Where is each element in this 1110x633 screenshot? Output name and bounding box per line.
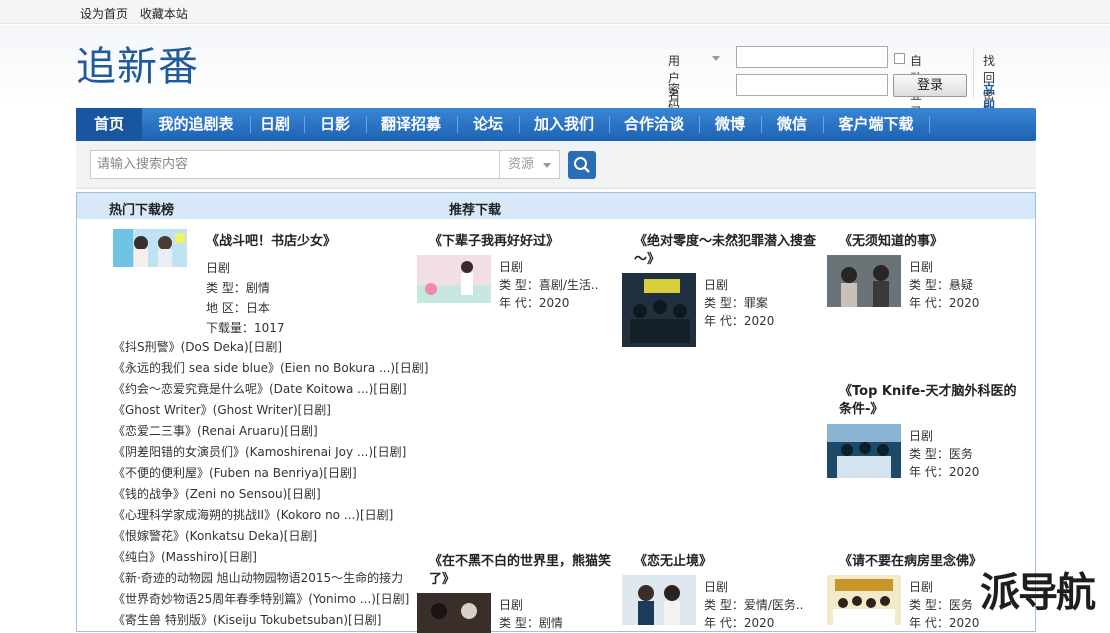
recommend-year: 年 代：2020 [499,296,570,310]
hot-top-title[interactable]: 《战斗吧！书店少女》 [206,230,336,249]
poster-image[interactable] [417,255,491,303]
search-icon [574,157,590,173]
auto-login-checkbox[interactable] [894,53,905,64]
list-item[interactable]: 《永远的我们 sea side blue》(Eien no Bokura ...… [113,359,428,379]
nav-separator [929,116,930,133]
nav-item-home[interactable]: 首页 [76,108,142,141]
list-item[interactable]: 《纯白》(Masshiro)[日剧] [113,548,257,568]
list-item[interactable]: 《寄生兽 特别版》(Kiseiju Tokubetsuban)[日剧] [113,611,381,631]
poster-image[interactable] [827,424,901,478]
search-type-select[interactable]: 资源 [499,150,560,179]
content-panel: 热门下载榜 推荐下载 《战斗吧！书店少女》 日剧 类 型：剧情 地 区：日本 下… [76,192,1036,633]
recommend-year: 年 代：2020 [909,296,980,310]
recommend-item[interactable]: 《在不黑不白的世界里，熊猫笑了》 日剧 类 型：剧情 [417,553,617,633]
recommend-category: 日剧 [704,580,729,594]
list-item[interactable]: 《恨嫁警花》(Konkatsu Deka)[日剧] [113,527,317,547]
poster-image[interactable] [827,575,901,625]
list-item[interactable]: 《约会～恋爱究竟是什么呢》(Date Koitowa ...)[日剧] [113,380,407,400]
main-nav: 首页 我的追剧表 日剧 日影 翻译招募 论坛 加入我们 合作洽谈 微博 微信 客… [76,108,1036,141]
nav-item-join[interactable]: 加入我们 [519,108,609,141]
recommend-category: 日剧 [909,429,934,443]
chevron-down-icon [543,163,551,168]
hot-top-downloads: 下载量：1017 [206,321,285,335]
poster-image[interactable] [622,575,696,625]
bookmark-link[interactable]: 收藏本站 [140,7,188,21]
login-button[interactable]: 登录 [893,74,967,97]
poster-image[interactable] [417,593,491,633]
search-bar: 请输入搜索内容 资源 [76,141,1036,189]
recommend-category: 日剧 [499,598,524,612]
recommend-type: 类 型：罪案 [704,296,768,310]
list-item[interactable]: 《Ghost Writer》(Ghost Writer)[日剧] [113,401,331,421]
top-bar: 设为首页 收藏本站 [0,0,1110,24]
list-item[interactable]: 《阴差阳错的女演员们》(Kamoshirenai Joy ...)[日剧] [113,443,406,463]
nav-item-cooperation[interactable]: 合作洽谈 [609,108,699,141]
poster-image[interactable] [622,273,696,347]
poster-image[interactable] [113,229,187,267]
recommend-year: 年 代：2020 [704,314,775,328]
recommend-item[interactable]: 《下辈子我再好好过》 日剧 类 型：喜剧/生活.. 年 代：2020 [417,233,617,333]
recommend-title[interactable]: 《绝对零度～未然犯罪潜入搜查～》 [634,233,824,269]
recommend-item[interactable]: 《Top Knife-天才脑外科医的条件-》 日剧 类 型：医务 年 代：202… [827,383,1027,483]
list-item[interactable]: 《世界奇妙物语25周年春季特别篇》(Yonimo ...)[日剧] [113,590,409,610]
recommend-year: 年 代：2020 [909,465,980,479]
hot-downloads-title: 热门下载榜 [109,203,175,218]
password-input[interactable] [736,74,888,96]
nav-item-forum[interactable]: 论坛 [457,108,519,141]
recommend-type: 类 型：悬疑 [909,278,973,292]
recommend-title[interactable]: 《恋无止境》 [634,553,824,571]
recommend-item[interactable]: 《无须知道的事》 日剧 类 型：悬疑 年 代：2020 [827,233,1027,333]
recommend-title[interactable]: 《在不黑不白的世界里，熊猫笑了》 [429,553,619,589]
recommend-title[interactable]: 《无须知道的事》 [839,233,1029,251]
site-logo[interactable]: 追新番 [76,34,199,92]
nav-item-weibo[interactable]: 微博 [699,108,761,141]
recommend-item[interactable]: 《绝对零度～未然犯罪潜入搜查～》 日剧 类 型：罪案 年 代：2020 [622,233,822,353]
list-item[interactable]: 《心理科学家成海朔的挑战II》(Kokoro no ...)[日剧] [113,506,393,526]
panel-header: 热门下载榜 推荐下载 [77,193,1035,219]
search-button[interactable] [568,151,596,179]
list-item[interactable]: 《抖S刑警》(DoS Deka)[日剧] [113,338,282,358]
divider [973,48,974,98]
hot-top-type: 类 型：剧情 [206,281,270,295]
nav-item-recruit[interactable]: 翻译招募 [366,108,456,141]
recommend-title[interactable]: 《下辈子我再好好过》 [429,233,619,251]
recommend-category: 日剧 [909,260,934,274]
set-home-link[interactable]: 设为首页 [80,7,128,21]
recommend-category: 日剧 [499,260,524,274]
recommend-type: 类 型：爱情/医务.. [704,598,804,612]
search-type-value: 资源 [508,157,535,172]
nav-item-wechat[interactable]: 微信 [761,108,823,141]
recommend-type: 类 型：喜剧/生活.. [499,278,599,292]
recommend-type: 类 型：医务 [909,598,973,612]
hot-top-category: 日剧 [206,261,231,275]
recommend-title[interactable]: 《Top Knife-天才脑外科医的条件-》 [839,383,1029,419]
recommended-title: 推荐下载 [449,203,502,218]
recommend-item[interactable]: 《恋无止境》 日剧 类 型：爱情/医务.. 年 代：2020 [622,553,822,633]
list-item[interactable]: 《新·奇迹的动物园 旭山动物园物语2015～生命的接力 [113,569,403,589]
recommend-type: 类 型：医务 [909,447,973,461]
chevron-down-icon[interactable] [712,56,720,61]
username-input[interactable] [736,46,888,68]
watermark-logo: 派导航 [980,570,1096,616]
hot-top-region: 地 区：日本 [206,301,270,315]
list-item[interactable]: 《不便的便利屋》(Fuben na Benriya)[日剧] [113,464,357,484]
search-input[interactable]: 请输入搜索内容 [90,150,500,179]
nav-item-client-download[interactable]: 客户端下载 [823,108,929,141]
recommend-category: 日剧 [704,278,729,292]
nav-item-my-list[interactable]: 我的追剧表 [142,108,250,141]
nav-item-jdrama[interactable]: 日剧 [250,108,300,141]
recommend-category: 日剧 [909,580,934,594]
nav-item-jmovie[interactable]: 日影 [304,108,366,141]
list-item[interactable]: 《恋爱二三事》(Renai Aruaru)[日剧] [113,422,318,442]
poster-image[interactable] [827,255,901,307]
list-item[interactable]: 《钱的战争》(Zeni no Sensou)[日剧] [113,485,321,505]
